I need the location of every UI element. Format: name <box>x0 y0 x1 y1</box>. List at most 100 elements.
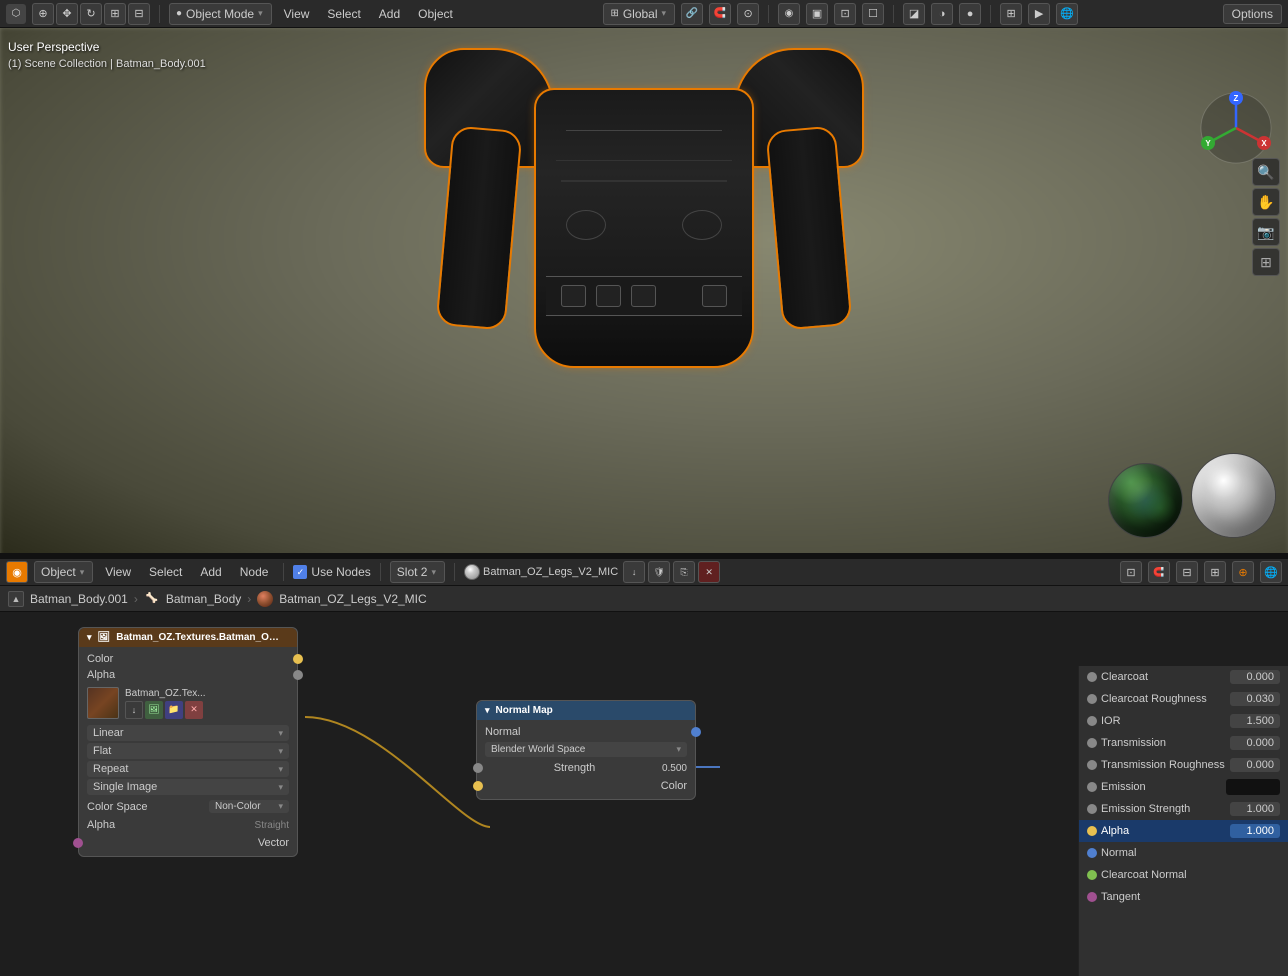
mode-icon-4[interactable]: ⊞ <box>104 3 126 25</box>
properties-panel: Clearcoat 0.000 Clearcoat Roughness 0.03… <box>1078 666 1288 976</box>
tex-close-btn[interactable]: ✕ <box>185 701 203 719</box>
viewport-grid-btn[interactable]: ⊞ <box>1252 248 1280 276</box>
preview-ball-material[interactable] <box>1191 453 1276 538</box>
normalmap-space-dropdown[interactable]: Blender World Space <box>485 742 687 757</box>
prop-emission-row: Emission <box>1079 776 1288 798</box>
prop-transmission-value[interactable]: 0.000 <box>1230 736 1280 750</box>
normalmap-output-normal-row: Normal <box>477 724 695 740</box>
node-select-menu[interactable]: Select <box>143 563 188 581</box>
node-add-menu[interactable]: Add <box>194 563 227 581</box>
mat-shield-icon[interactable]: 🛡 <box>648 561 670 583</box>
mat-copy-icon[interactable]: ⎘ <box>673 561 695 583</box>
preview-ball-env[interactable] <box>1108 463 1183 538</box>
viewport-shading-solid[interactable]: ◪ <box>903 3 925 25</box>
tex-browse-btn[interactable]: ↓ <box>125 701 143 719</box>
breadcrumb-item3[interactable]: Batman_OZ_Legs_V2_MIC <box>279 592 426 606</box>
snap-icon[interactable]: 🧲 <box>709 3 731 25</box>
normalmap-collapse-icon[interactable]: ▾ <box>485 705 490 716</box>
viewport-shading-mat[interactable]: ◑ <box>931 3 953 25</box>
normalmap-strength-socket[interactable] <box>473 763 483 773</box>
render-engine-icon[interactable]: ◉ <box>778 3 800 25</box>
texture-thumbnail[interactable] <box>87 687 119 719</box>
node-editor: ◉ Object View Select Add Node ✓ Use Node… <box>0 558 1288 976</box>
viewport-right-tools: 🔍 ✋ 📷 ⊞ <box>1252 158 1280 276</box>
mode-icon-3[interactable]: ↻ <box>80 3 102 25</box>
prop-alpha-row: Alpha 1.000 <box>1079 820 1288 842</box>
blender-logo[interactable]: ⬡ <box>6 4 26 24</box>
viewport-shading-render[interactable]: ● <box>959 3 981 25</box>
xray-icon[interactable]: ☐ <box>862 3 884 25</box>
prop-emission-socket <box>1087 782 1097 792</box>
breadcrumb-item2[interactable]: Batman_Body <box>166 592 241 606</box>
prop-transmission-roughness-row: Transmission Roughness 0.000 <box>1079 754 1288 776</box>
viewport-camera-btn[interactable]: 📷 <box>1252 218 1280 246</box>
overlay-icon[interactable]: ⊡ <box>834 3 856 25</box>
normalmap-output-normal-socket[interactable] <box>691 727 701 737</box>
slot-dropdown[interactable]: Slot 2 <box>390 561 445 583</box>
svg-text:X: X <box>1261 139 1267 148</box>
object-menu[interactable]: Object <box>412 5 459 23</box>
normalmap-color-socket[interactable] <box>473 781 483 791</box>
prop-emission-color[interactable] <box>1226 779 1280 795</box>
world-icon[interactable]: 🌐 <box>1056 3 1078 25</box>
mode-icon-1[interactable]: ⊕ <box>32 3 54 25</box>
prop-tangent-row: Tangent <box>1079 886 1288 908</box>
mat-browse-icon[interactable]: ↓ <box>623 561 645 583</box>
node-pin-icon[interactable]: ⊕ <box>1232 561 1254 583</box>
global-dropdown[interactable]: ⊞ Global <box>603 3 675 25</box>
anim-icon[interactable]: ▶ <box>1028 3 1050 25</box>
prop-clearcoat-value[interactable]: 0.000 <box>1230 670 1280 684</box>
viewport-zoom-btn[interactable]: 🔍 <box>1252 158 1280 186</box>
projection-dropdown[interactable]: Flat <box>87 743 289 759</box>
options-label[interactable]: Options <box>1223 4 1282 24</box>
node-object-dropdown[interactable]: Object <box>34 561 93 583</box>
prop-transmission-roughness-value[interactable]: 0.000 <box>1230 758 1280 772</box>
texture-image-node[interactable]: ▾ 🖼 Batman_OZ.Textures.Batman_OZ_Legs...… <box>78 627 298 857</box>
tex-folder-btn[interactable]: 📁 <box>165 701 183 719</box>
texture-output-alpha-socket[interactable] <box>293 670 303 680</box>
node-overlay-icon[interactable]: ⊡ <box>1120 561 1142 583</box>
texture-input-vector-socket[interactable] <box>73 838 83 848</box>
link-icon[interactable]: 🔗 <box>681 3 703 25</box>
add-menu-top[interactable]: Add <box>373 5 406 23</box>
extension-dropdown[interactable]: Repeat <box>87 761 289 777</box>
viewport-3d[interactable]: User Perspective (1) Scene Collection | … <box>0 28 1288 558</box>
node-world-icon[interactable]: 🌐 <box>1260 561 1282 583</box>
node-node-menu[interactable]: Node <box>234 563 275 581</box>
object-mode-dropdown[interactable]: ● Object Mode <box>169 3 272 25</box>
texture-output-color-socket[interactable] <box>293 654 303 664</box>
node-zoom-icon[interactable]: ⊟ <box>1176 561 1198 583</box>
view-menu[interactable]: View <box>278 5 316 23</box>
prop-ior-socket <box>1087 716 1097 726</box>
use-nodes-checkbox[interactable]: ✓ <box>293 565 307 579</box>
shading-icon[interactable]: ▣ <box>806 3 828 25</box>
select-menu-top[interactable]: Select <box>321 5 366 23</box>
node-canvas[interactable]: ▾ 🖼 Batman_OZ.Textures.Batman_OZ_Legs...… <box>0 612 1288 976</box>
normalmap-node[interactable]: ▾ Normal Map Normal Blender World Space <box>476 700 696 800</box>
vector-input-label: Vector <box>258 837 289 849</box>
viewport-gizmo[interactable]: Z X Y <box>1196 88 1276 168</box>
interpolation-dropdown[interactable]: Linear <box>87 725 289 741</box>
source-row: Single Image <box>87 779 289 795</box>
proportional-icon[interactable]: ⊙ <box>737 3 759 25</box>
node-view-all-icon[interactable]: ⊞ <box>1204 561 1226 583</box>
prop-emission-strength-value[interactable]: 1.000 <box>1230 802 1280 816</box>
mode-icon-5[interactable]: ⊟ <box>128 3 150 25</box>
node-editor-type-icon[interactable]: ◉ <box>6 561 28 583</box>
frame-icon[interactable]: ⊞ <box>1000 3 1022 25</box>
node-view-menu[interactable]: View <box>99 563 137 581</box>
tex-img-btn[interactable]: 🖼 <box>145 701 163 719</box>
prop-alpha-value[interactable]: 1.000 <box>1230 824 1280 838</box>
toolbar-divider-1 <box>159 5 160 23</box>
prop-ior-value[interactable]: 1.500 <box>1230 714 1280 728</box>
color-space-dropdown[interactable]: Non-Color <box>209 800 289 813</box>
prop-clearcoat-roughness-value[interactable]: 0.030 <box>1230 692 1280 706</box>
node-snap-icon[interactable]: 🧲 <box>1148 561 1170 583</box>
texture-node-collapse-icon[interactable]: ▾ <box>87 632 92 643</box>
viewport-hand-btn[interactable]: ✋ <box>1252 188 1280 216</box>
breadcrumb-item1[interactable]: Batman_Body.001 <box>30 592 128 606</box>
mat-close-icon[interactable]: ✕ <box>698 561 720 583</box>
mode-icon-2[interactable]: ✥ <box>56 3 78 25</box>
prop-clearcoat-roughness-socket <box>1087 694 1097 704</box>
source-dropdown[interactable]: Single Image <box>87 779 289 795</box>
